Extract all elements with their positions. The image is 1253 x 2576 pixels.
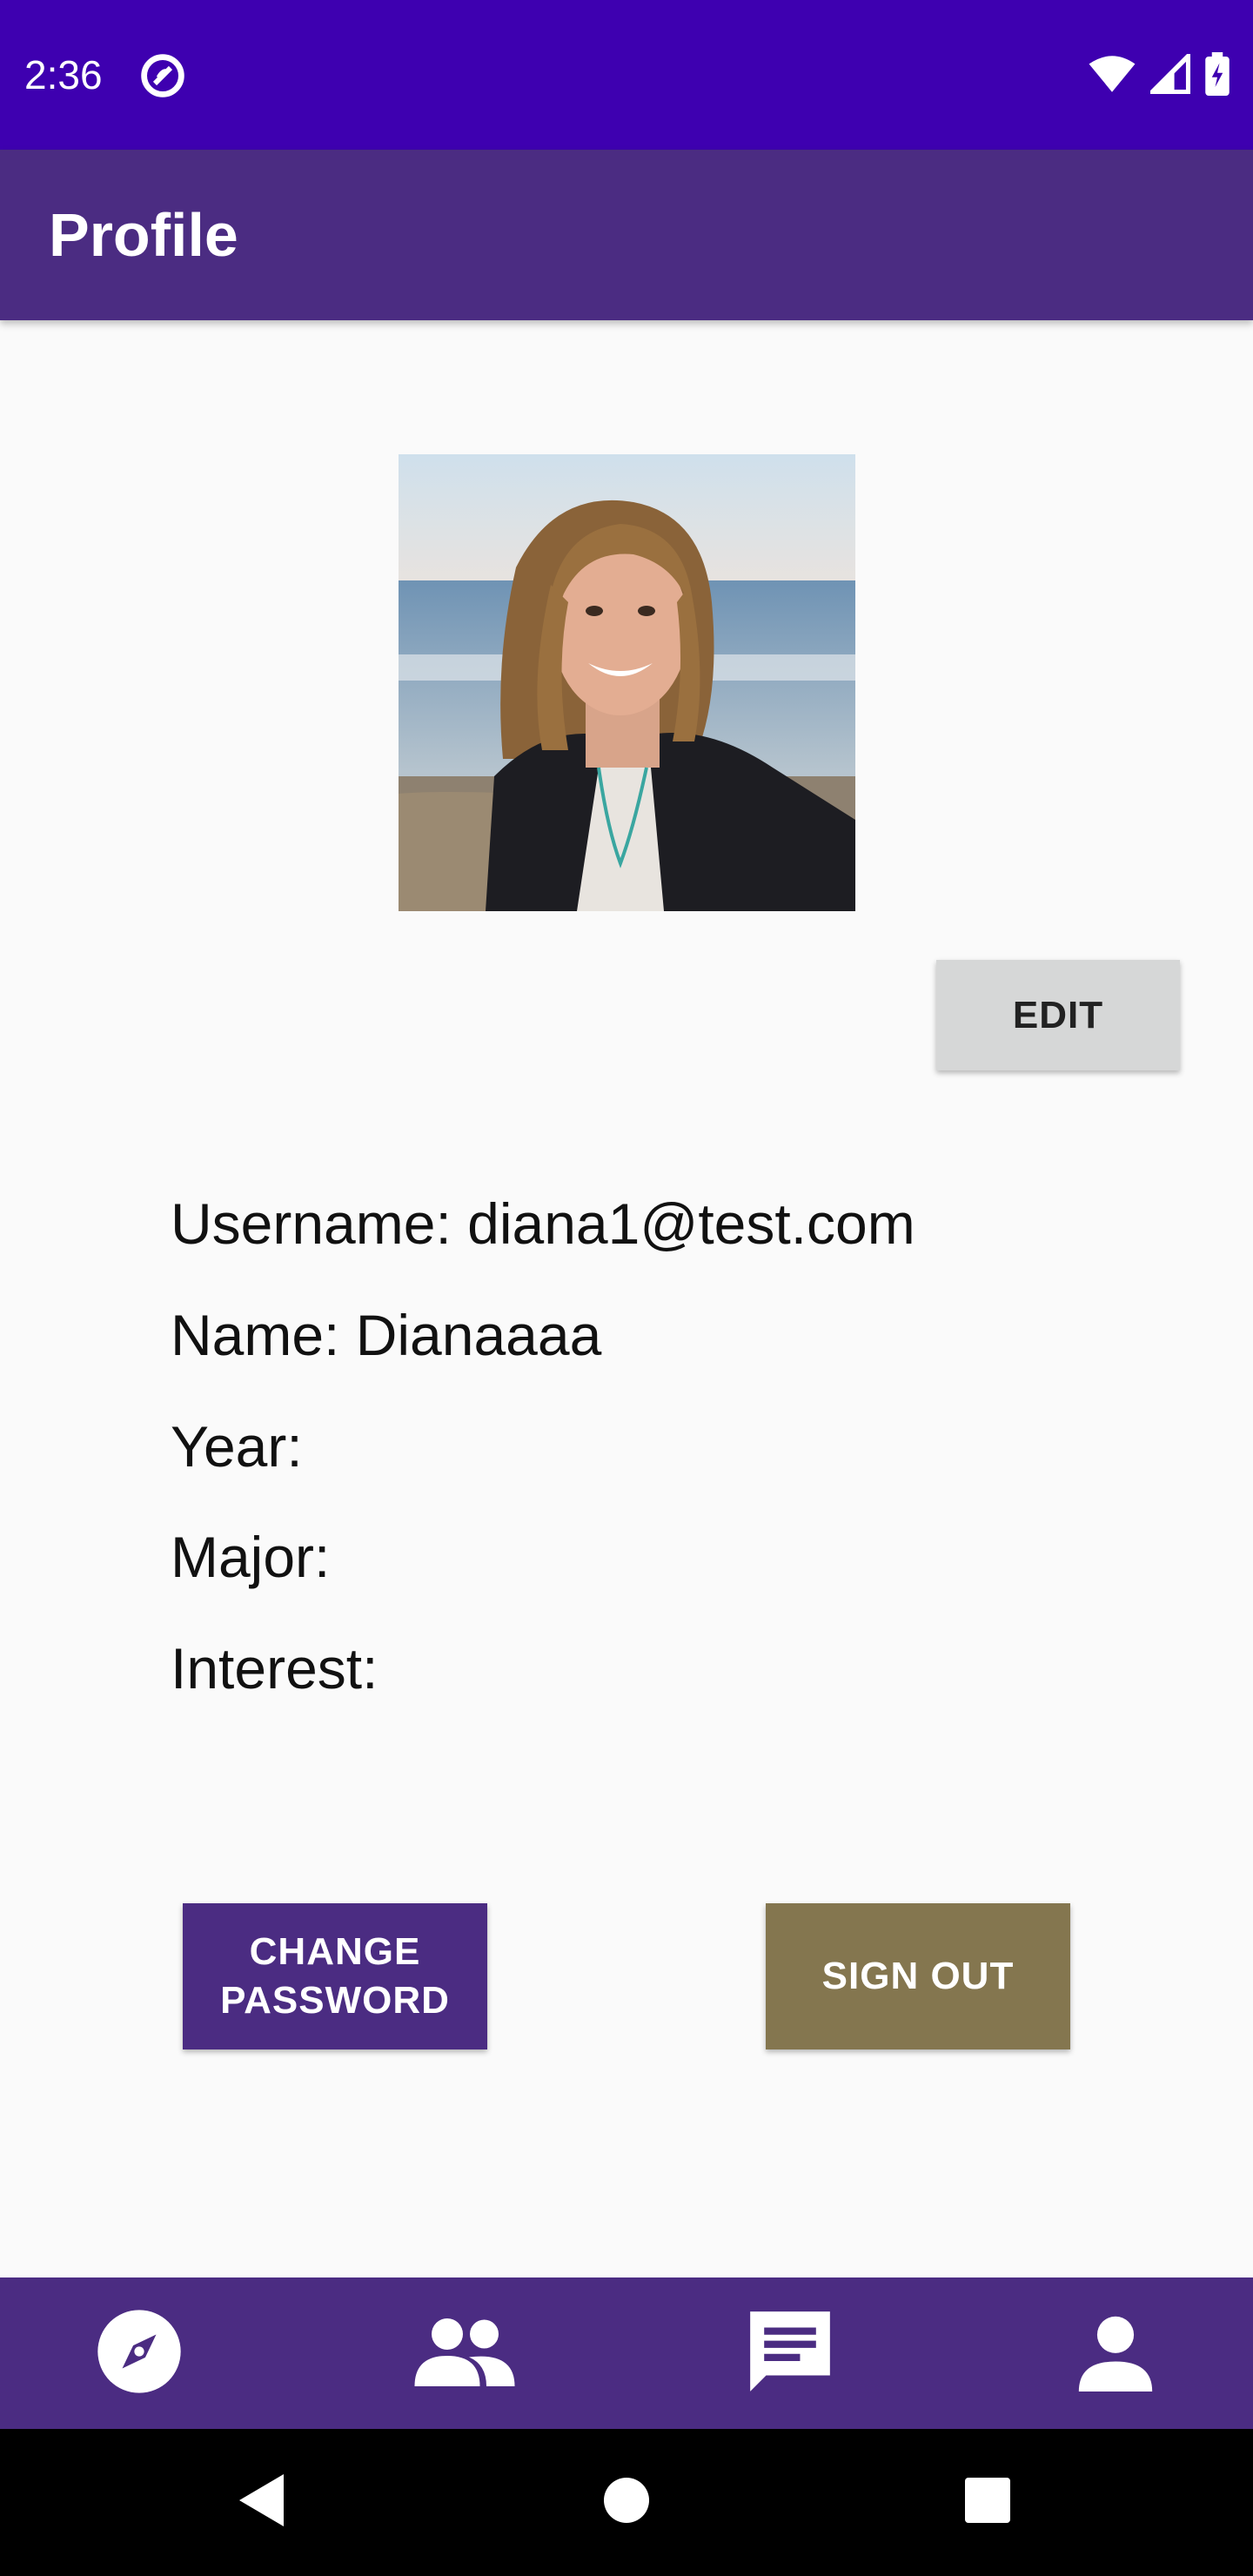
name-label: Name: [171,1303,340,1367]
nav-profile[interactable] [1029,2277,1203,2429]
back-icon [239,2474,286,2531]
status-bar: 2:36 [0,0,1253,150]
change-password-line2: PASSWORD [220,1979,450,2022]
chat-icon [742,2304,838,2404]
profile-photo [399,454,855,911]
people-icon [412,2315,517,2392]
username-label: Username: [171,1191,452,1256]
nav-people[interactable] [378,2277,552,2429]
nav-chat[interactable] [703,2277,877,2429]
edit-button[interactable]: EDIT [936,960,1180,1070]
nav-explore[interactable] [52,2277,226,2429]
username-value: diana1@test.com [467,1191,915,1256]
back-button[interactable] [193,2429,332,2576]
signal-icon [1146,50,1191,98]
name-row: Name: Dianaaaa [171,1300,601,1370]
change-password-button[interactable]: CHANGE PASSWORD [183,1903,487,2049]
do-not-disturb-icon [139,52,186,99]
major-label: Major: [171,1525,331,1589]
app-bar: Profile [0,150,1253,320]
recents-button[interactable] [918,2429,1057,2576]
interest-row: Interest: [171,1633,378,1703]
compass-icon [94,2306,184,2401]
wifi-icon [1088,54,1136,98]
username-row: Username: diana1@test.com [171,1189,915,1258]
recents-icon [965,2478,1010,2527]
interest-label: Interest: [171,1636,379,1701]
home-button[interactable] [557,2429,696,2576]
person-icon [1075,2311,1156,2396]
sign-out-button[interactable]: SIGN OUT [766,1903,1070,2049]
home-icon [604,2478,649,2527]
name-value: Dianaaaa [355,1303,602,1367]
battery-charging-icon [1204,51,1230,100]
system-nav [0,2429,1253,2576]
change-password-line1: CHANGE [249,1930,421,1973]
year-label: Year: [171,1414,303,1479]
major-row: Major: [171,1522,330,1592]
page-title: Profile [49,201,238,269]
year-row: Year: [171,1412,303,1481]
status-time: 2:36 [24,52,103,97]
bottom-nav [0,2277,1253,2429]
